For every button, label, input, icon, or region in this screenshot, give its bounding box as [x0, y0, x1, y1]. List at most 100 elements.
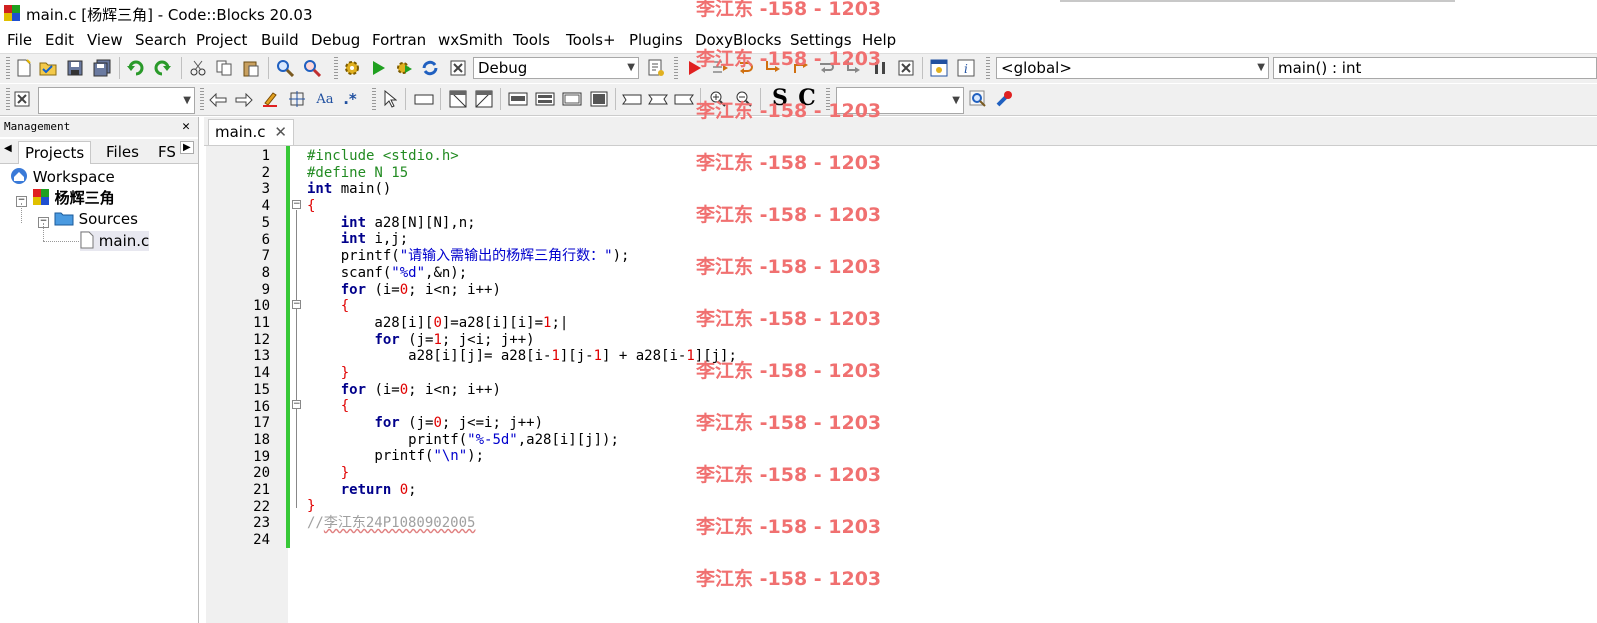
search-input[interactable]: ▼	[38, 87, 195, 114]
line-number: 3	[261, 181, 270, 198]
fold-toggle-icon[interactable]: −	[292, 200, 301, 209]
find-icon[interactable]	[275, 58, 295, 78]
open-icon[interactable]	[38, 58, 58, 78]
build-target-select[interactable]: Debug ▼	[473, 57, 639, 79]
watermark-text: 李江东 -158 - 1203	[696, 412, 882, 434]
editor-tab-label: main.c	[215, 123, 266, 141]
close-icon[interactable]: ✕	[274, 120, 287, 144]
tab-projects[interactable]: Projects	[18, 141, 92, 164]
shape-2-icon[interactable]	[648, 89, 668, 109]
close-icon[interactable]: ✕	[182, 117, 190, 137]
wrench-icon[interactable]	[994, 89, 1014, 109]
toolbar-grip[interactable]	[6, 57, 10, 79]
menu-search[interactable]: Search	[135, 31, 187, 49]
menu-build[interactable]: Build	[261, 31, 299, 49]
menu-wxsmith[interactable]: wxSmith	[438, 31, 503, 49]
layout-box-2-icon[interactable]	[535, 89, 555, 109]
tree-file-main[interactable]: main.c	[80, 231, 150, 251]
save-all-icon[interactable]	[92, 58, 112, 78]
toolbar-grip-3[interactable]	[674, 57, 678, 79]
folder-icon	[54, 212, 74, 226]
scope-select[interactable]: <global> ▼	[996, 57, 1269, 79]
save-icon[interactable]	[65, 58, 85, 78]
code-line: int main()	[307, 181, 392, 198]
stop-debug-icon[interactable]	[896, 58, 916, 78]
build-options-icon[interactable]	[646, 58, 666, 78]
overlay-window-edge	[1060, 0, 1455, 2]
code-line: scanf("%d",&n);	[307, 264, 468, 281]
menu-tools[interactable]: Tools	[513, 31, 550, 49]
watermark-text: 李江东 -158 - 1203	[696, 100, 882, 122]
watermark-text: 李江东 -158 - 1203	[696, 152, 882, 174]
management-header: Management ✕	[0, 117, 198, 137]
tab-files[interactable]: Files	[100, 141, 145, 163]
grid-split-icon[interactable]	[448, 89, 468, 109]
toolbar-grip-2[interactable]	[334, 57, 338, 79]
menu-plugins[interactable]: Plugins	[629, 31, 683, 49]
watermark-text: 李江东 -158 - 1203	[696, 0, 882, 20]
copy-icon[interactable]	[214, 58, 234, 78]
cut-icon[interactable]	[188, 58, 208, 78]
match-case-button[interactable]: Aa	[313, 89, 337, 109]
menu-edit[interactable]: Edit	[45, 31, 74, 49]
code-editor[interactable]: 1 2 3 4 5 6 7 8 9 10 11 12 13 14 15 16 1…	[206, 146, 1597, 623]
toolbar-grip-5[interactable]	[6, 88, 10, 110]
select-text-icon[interactable]	[287, 89, 307, 109]
toolbar-grip-4[interactable]	[986, 57, 990, 79]
fold-toggle-icon[interactable]: −	[292, 400, 301, 409]
tab-scroll-left-icon[interactable]: ◀	[4, 143, 12, 154]
abort-icon[interactable]	[448, 58, 468, 78]
diagonal-split-icon[interactable]	[474, 89, 494, 109]
editor-tab-main-c[interactable]: main.c ✕	[208, 119, 294, 145]
paste-icon[interactable]	[241, 58, 261, 78]
regex-button[interactable]: .*	[340, 89, 360, 109]
tab-scroll-right-icon[interactable]: ▶	[180, 141, 194, 154]
arrow-left-icon[interactable]	[208, 90, 228, 110]
line-number: 21	[253, 482, 270, 498]
tree-project[interactable]: − 杨辉三角	[16, 188, 115, 208]
redo-icon[interactable]	[152, 58, 172, 78]
gear-icon[interactable]	[342, 58, 362, 78]
debug-windows-icon[interactable]	[929, 58, 949, 78]
shape-3-icon[interactable]	[674, 89, 694, 109]
code-line: {	[307, 198, 316, 215]
symbol-select[interactable]: main() : int	[1273, 57, 1597, 79]
build-run-icon[interactable]	[394, 58, 414, 78]
management-panel: Management ✕ ◀ Projects Files FS ▶ Works…	[0, 117, 199, 623]
fold-toggle-icon[interactable]: −	[292, 300, 301, 309]
layout-box-4-icon[interactable]	[589, 89, 609, 109]
menu-tools-plus[interactable]: Tools+	[566, 31, 616, 49]
search-icon[interactable]	[968, 89, 988, 109]
toolbar-grip-7[interactable]	[372, 88, 376, 110]
info-icon[interactable]: i	[956, 58, 976, 78]
new-file-icon[interactable]	[14, 58, 34, 78]
undo-icon[interactable]	[126, 58, 146, 78]
code-line: {	[340, 298, 350, 315]
line-number: 8	[261, 264, 270, 281]
run-icon[interactable]	[368, 58, 388, 78]
shape-1-icon[interactable]	[622, 89, 642, 109]
layout-box-3-icon[interactable]	[562, 89, 582, 109]
layout-box-1-icon[interactable]	[508, 89, 528, 109]
tree-workspace[interactable]: Workspace	[10, 167, 115, 187]
code-text[interactable]: #include <stdio.h> #define N 15 int main()…	[307, 148, 737, 549]
menu-fortran[interactable]: Fortran	[372, 31, 426, 49]
tree-sources[interactable]: − Sources	[38, 209, 138, 229]
line-number: 13	[253, 348, 270, 365]
line-number: 24	[253, 532, 270, 549]
rectangle-icon[interactable]	[414, 89, 434, 109]
rebuild-icon[interactable]	[420, 58, 440, 78]
menu-file[interactable]: File	[7, 31, 32, 49]
clear-search-icon[interactable]	[12, 89, 32, 109]
highlight-icon[interactable]	[260, 89, 280, 109]
menu-project[interactable]: Project	[196, 31, 247, 49]
menu-view[interactable]: View	[87, 31, 123, 49]
line-number: 16	[253, 398, 270, 415]
tab-fs[interactable]: FS	[152, 141, 182, 163]
pointer-icon[interactable]	[380, 89, 400, 109]
toolbar-grip-6[interactable]	[200, 88, 204, 110]
menu-debug[interactable]: Debug	[311, 31, 360, 49]
replace-icon[interactable]	[302, 58, 322, 78]
arrow-right-icon[interactable]	[234, 90, 254, 110]
watermark-text: 李江东 -158 - 1203	[696, 48, 882, 70]
